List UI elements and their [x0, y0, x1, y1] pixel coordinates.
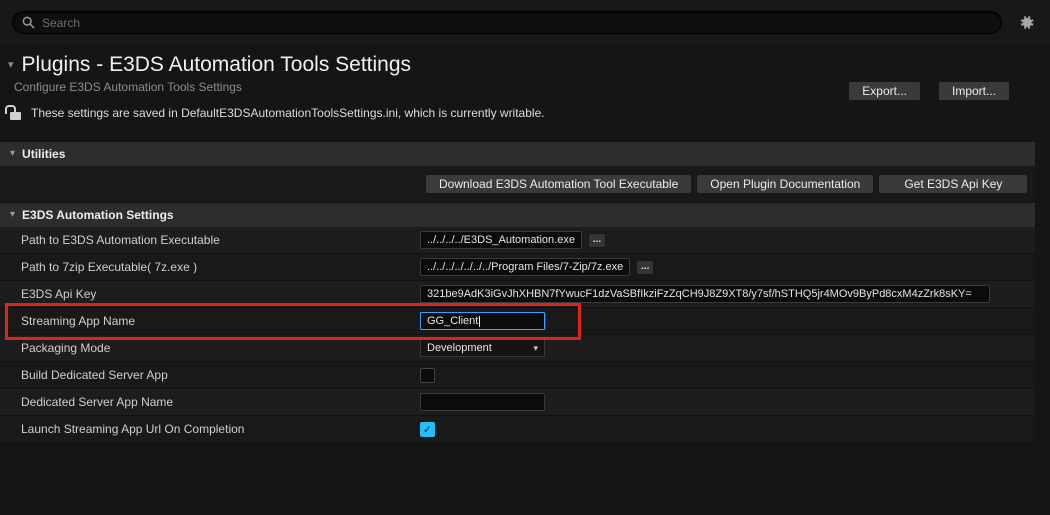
row-e3ds-api-key: E3DS Api Key 321be9AdK3iGvJhXHBN7fYwucF1…: [0, 281, 1035, 308]
collapse-triangle-icon[interactable]: ▾: [8, 60, 14, 71]
setting-label: Launch Streaming App Url On Completion: [0, 422, 420, 436]
launch-streaming-url-checkbox[interactable]: ✓: [420, 422, 435, 437]
section-header-utilities[interactable]: ▾ Utilities: [0, 142, 1035, 166]
browse-button[interactable]: ...: [588, 233, 606, 248]
row-packaging-mode: Packaging Mode Development ▾: [0, 335, 1035, 362]
check-icon: ✓: [423, 423, 432, 436]
download-automation-tool-button[interactable]: Download E3DS Automation Tool Executable: [425, 174, 692, 194]
search-icon: [22, 16, 35, 29]
collapse-triangle-icon: ▾: [10, 149, 15, 159]
setting-label: Streaming App Name: [0, 314, 420, 328]
section-title: Utilities: [22, 147, 65, 161]
streaming-app-name-field[interactable]: GG_Client: [420, 312, 545, 330]
build-dedicated-server-checkbox[interactable]: [420, 368, 435, 383]
search-input[interactable]: [42, 16, 992, 30]
setting-label: Path to 7zip Executable( 7z.exe ): [0, 260, 420, 274]
page-title: Plugins - E3DS Automation Tools Settings: [22, 53, 412, 77]
topbar: [0, 0, 1050, 45]
setting-label: E3DS Api Key: [0, 287, 420, 301]
get-e3ds-api-key-button[interactable]: Get E3DS Api Key: [878, 174, 1028, 194]
open-plugin-documentation-button[interactable]: Open Plugin Documentation: [696, 174, 874, 194]
row-path-7zip-executable: Path to 7zip Executable( 7z.exe ) ../../…: [0, 254, 1035, 281]
row-launch-streaming-url: Launch Streaming App Url On Completion ✓: [0, 416, 1035, 443]
search-bar: [12, 11, 1002, 34]
setting-label: Packaging Mode: [0, 341, 420, 355]
path-e3ds-automation-field[interactable]: ../../../../E3DS_Automation.exe: [420, 231, 582, 249]
dedicated-server-app-name-field[interactable]: [420, 393, 545, 411]
browse-button[interactable]: ...: [636, 260, 654, 275]
row-streaming-app-name: Streaming App Name GG_Client: [0, 308, 1035, 335]
lock-open-icon: [10, 112, 21, 120]
packaging-mode-dropdown[interactable]: Development ▾: [420, 339, 545, 357]
section-title: E3DS Automation Settings: [22, 208, 174, 222]
export-button[interactable]: Export...: [848, 81, 921, 101]
api-key-field[interactable]: 321be9AdK3iGvJhXHBN7fYwucF1dzVaSBfIkziFz…: [420, 285, 990, 303]
row-dedicated-server-app-name: Dedicated Server App Name: [0, 389, 1035, 416]
setting-label: Dedicated Server App Name: [0, 395, 420, 409]
utilities-content: Download E3DS Automation Tool Executable…: [0, 166, 1035, 203]
settings-window: ▾ Plugins - E3DS Automation Tools Settin…: [0, 0, 1050, 515]
page-header: ▾ Plugins - E3DS Automation Tools Settin…: [0, 45, 1050, 96]
setting-label: Path to E3DS Automation Executable: [0, 233, 420, 247]
path-7zip-field[interactable]: ../../../../../../../Program Files/7-Zip…: [420, 258, 630, 276]
config-notice-text: These settings are saved in DefaultE3DSA…: [31, 106, 545, 120]
text-caret: [479, 316, 480, 327]
chevron-down-icon: ▾: [533, 343, 538, 354]
section-header-e3ds-settings[interactable]: ▾ E3DS Automation Settings: [0, 203, 1035, 227]
settings-rows: Path to E3DS Automation Executable ../..…: [0, 227, 1035, 443]
row-path-e3ds-automation-executable: Path to E3DS Automation Executable ../..…: [0, 227, 1035, 254]
config-notice: These settings are saved in DefaultE3DSA…: [0, 96, 1050, 130]
collapse-triangle-icon: ▾: [10, 210, 15, 220]
row-build-dedicated-server: Build Dedicated Server App: [0, 362, 1035, 389]
gear-icon: [1018, 14, 1035, 31]
setting-label: Build Dedicated Server App: [0, 368, 420, 382]
import-button[interactable]: Import...: [938, 81, 1010, 101]
settings-gear-button[interactable]: [1014, 11, 1038, 35]
